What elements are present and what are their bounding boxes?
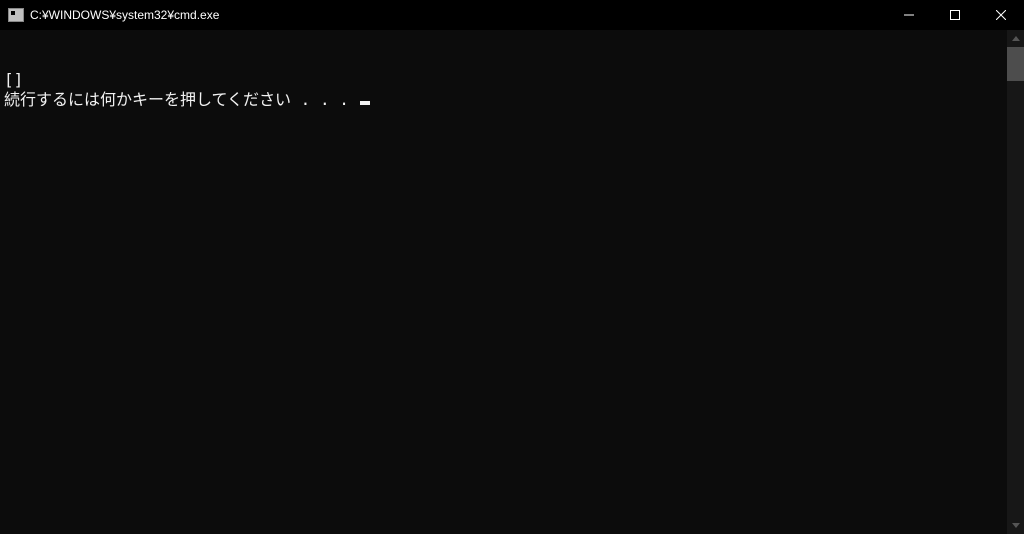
text-cursor: [360, 101, 370, 105]
window-title: C:¥WINDOWS¥system32¥cmd.exe: [30, 8, 886, 22]
vertical-scrollbar[interactable]: [1007, 30, 1024, 534]
maximize-button[interactable]: [932, 0, 978, 30]
close-icon: [996, 10, 1006, 20]
maximize-icon: [950, 10, 960, 20]
console-output[interactable]: []続行するには何かキーを押してください . . .: [4, 30, 1007, 534]
window-controls: [886, 0, 1024, 30]
titlebar[interactable]: C:¥WINDOWS¥system32¥cmd.exe: [0, 0, 1024, 30]
prompt-text: 続行するには何かキーを押してください . . .: [4, 90, 358, 109]
close-button[interactable]: [978, 0, 1024, 30]
scroll-up-button[interactable]: [1007, 30, 1024, 47]
cmd-icon: [8, 8, 24, 22]
scroll-thumb[interactable]: [1007, 47, 1024, 81]
chevron-up-icon: [1012, 36, 1020, 41]
minimize-icon: [904, 10, 914, 20]
output-prompt-line: 続行するには何かキーを押してください . . .: [4, 90, 1007, 110]
minimize-button[interactable]: [886, 0, 932, 30]
client-area: []続行するには何かキーを押してください . . .: [0, 30, 1024, 534]
scroll-down-button[interactable]: [1007, 517, 1024, 534]
output-line: []: [4, 70, 1007, 90]
chevron-down-icon: [1012, 523, 1020, 528]
